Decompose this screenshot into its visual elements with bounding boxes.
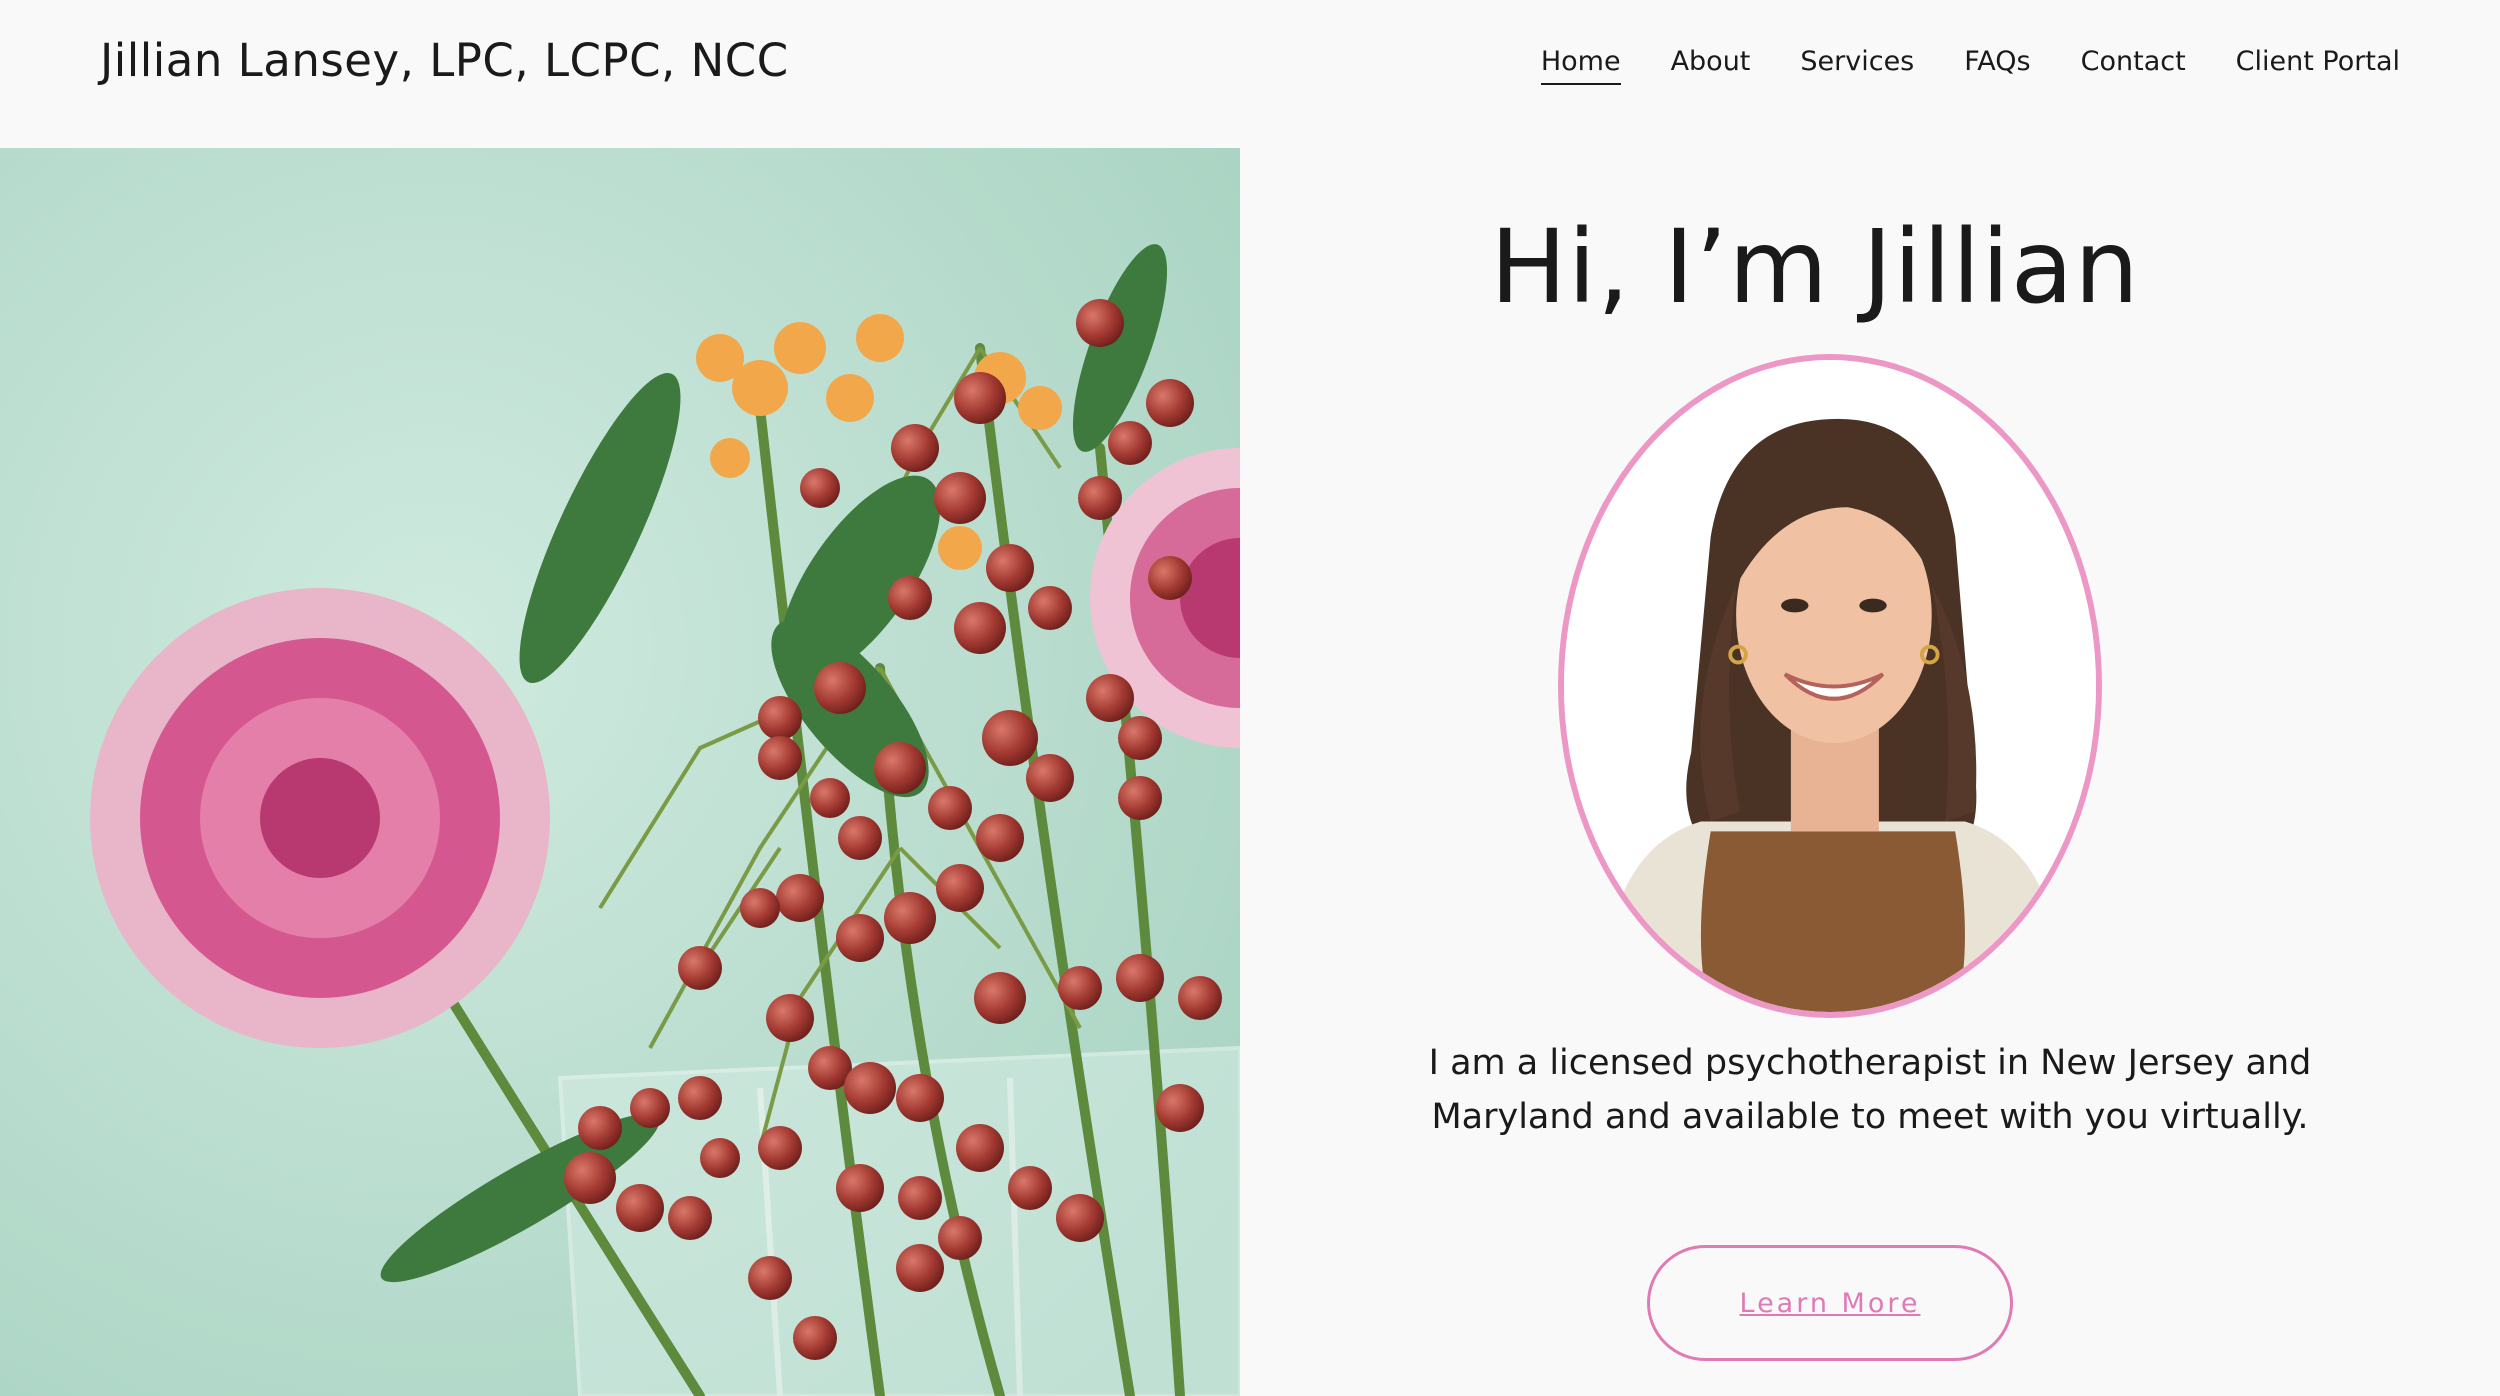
nav-item-services: Services <box>1800 46 1914 85</box>
nav-item-home: Home <box>1540 46 1621 85</box>
intro-section: Hi, I’m Jillian I am a licensed psychoth… <box>1240 148 2500 1396</box>
bio-text: I am a licensed psychotherapist in New J… <box>1428 1043 2312 1137</box>
portrait-illustration <box>1564 360 2096 1012</box>
site-title[interactable]: Jillian Lansey, LPC, LCPC, NCC <box>100 34 789 87</box>
nav-item-about: About <box>1671 46 1751 85</box>
flower-illustration <box>0 148 1240 1396</box>
nav-link-services[interactable]: Services <box>1800 46 1914 83</box>
main-nav: Home About Services FAQs Contact Client … <box>1540 46 2400 85</box>
nav-link-about[interactable]: About <box>1671 46 1751 83</box>
greeting-heading: Hi, I’m Jillian <box>1490 208 2140 327</box>
nav-link-faqs[interactable]: FAQs <box>1964 46 2030 83</box>
flower-arrangement-image <box>0 148 1240 1396</box>
nav-item-client-portal: Client Portal <box>2236 46 2400 85</box>
therapist-portrait <box>1558 354 2102 1018</box>
site-header: Jillian Lansey, LPC, LCPC, NCC Home Abou… <box>0 0 2500 148</box>
nav-link-contact[interactable]: Contact <box>2081 46 2186 83</box>
nav-item-contact: Contact <box>2081 46 2186 85</box>
nav-link-home[interactable]: Home <box>1540 46 1621 85</box>
nav-link-client-portal[interactable]: Client Portal <box>2236 46 2400 83</box>
learn-more-button[interactable]: Learn More <box>1647 1245 2013 1361</box>
nav-item-faqs: FAQs <box>1964 46 2030 85</box>
